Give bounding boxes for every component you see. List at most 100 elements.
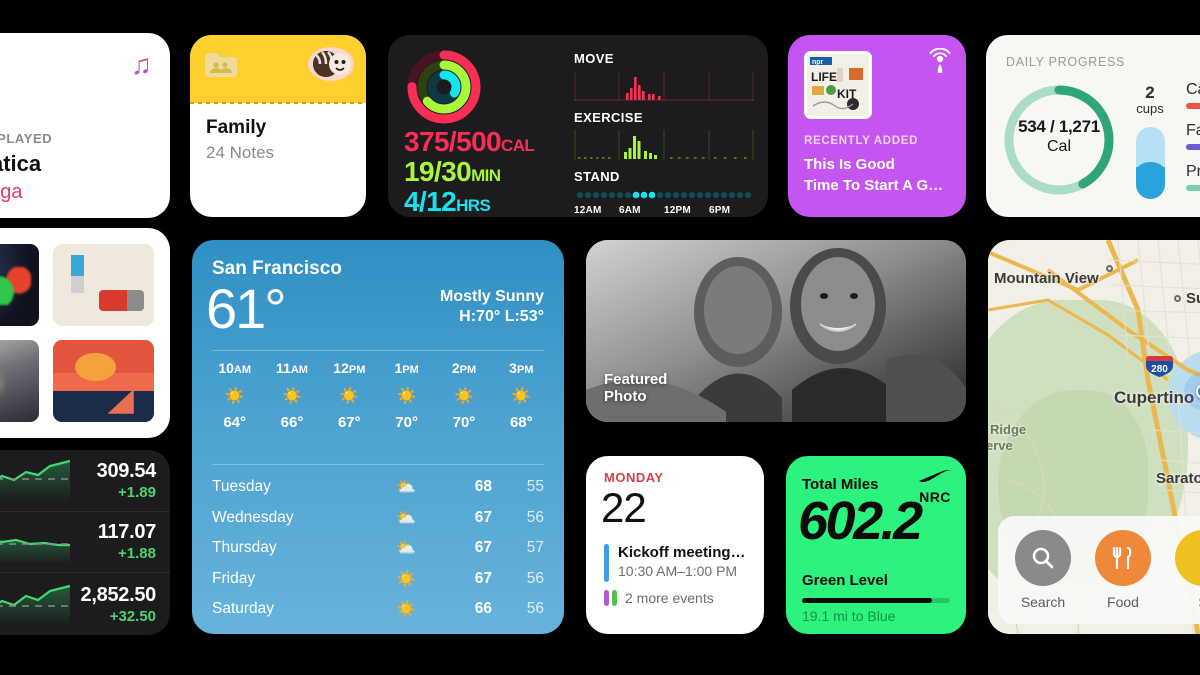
sun-icon: ☀️ [282,388,302,405]
calendar-more-events[interactable]: 2 more events [604,590,714,606]
table-row[interactable]: 117.07 +1.88 [0,512,170,574]
album-art-tile[interactable] [53,244,154,326]
music-widget[interactable]: ♫ NTLY PLAYED omatica y Gaga [0,33,170,218]
event-color-bar [604,590,609,606]
stock-change: +1.88 [118,545,156,563]
fitness-time-axis: 12AM 6AM 12PM 6PM [574,205,731,216]
nike-run-club-widget[interactable]: Total Miles NRC 602.2 Green Level 19.1 m… [786,456,966,634]
sparkline-icon [0,460,70,503]
hourly-cell: 10AM ☀️ 64° [206,360,263,431]
search-icon [1015,530,1071,586]
sun-icon: ☀️ [224,388,245,405]
album-art-tile[interactable] [53,340,154,422]
sparkline-icon [0,538,70,564]
sun-behind-cloud-icon: ⛅ [396,540,416,558]
sparkline-icon [0,585,70,627]
svg-text:npr: npr [812,59,824,66]
gas-icon [1175,530,1200,586]
hourly-cell: 11AM ☀️ 66° [263,360,320,431]
music-album-title: omatica [0,151,42,176]
nike-brand: NRC [918,469,952,505]
calorie-value: 534 / 1,271 [1018,117,1100,136]
stock-price: 2,852.50 [80,583,157,606]
calendar-event[interactable]: Kickoff meeting… 10:30 AM–1:00 PM [604,544,746,582]
event-time: 10:30 AM–1:00 PM [618,563,738,579]
sun-icon: ☀️ [396,601,416,619]
stock-price: 117.07 [97,521,157,544]
sun-behind-cloud-icon: ⛅ [396,479,416,497]
stock-price: 309.54 [96,459,157,482]
sun-icon: ☀️ [511,388,532,405]
map-place-dot [1106,265,1113,272]
photos-widget[interactable]: Featured Photo [586,240,966,422]
map-label-ridge: Ridge [990,422,1027,437]
event-color-bar [612,590,617,606]
map-action-gas[interactable]: S [1174,530,1200,610]
notes-family-widget[interactable]: Family 24 Notes [190,35,366,217]
svg-text:LIFE: LIFE [811,70,837,84]
podcasts-widget[interactable]: npr LIFE KIT RECENTLY ADDED This Is Good… [788,35,966,217]
calendar-weekday: MONDAY [604,470,664,485]
map-label-saratoga: Saratoga [1156,470,1200,487]
map-label-mountain-view: Mountain View [994,270,1099,287]
album-art-grid-widget[interactable] [0,228,170,438]
notes-header [190,35,366,104]
hourly-cell: 3PM ☀️ 68° [493,360,550,431]
weather-high-low: H:70° L:53° [459,308,544,325]
nike-swoosh-icon [919,469,951,483]
table-row[interactable]: 2,852.50 +32.50 [0,573,170,635]
daily-row: Friday ☀️ 67 56 [212,569,544,588]
drawing-sticker-icon [308,47,354,81]
stand-chart [574,187,754,203]
daily-row: Thursday ⛅ 67 57 [212,539,544,558]
calendar-widget[interactable]: MONDAY 22 Kickoff meeting… 10:30 AM–1:00… [586,456,764,634]
weather-widget[interactable]: San Francisco 61° Mostly Sunny H:70° L:5… [192,240,564,634]
move-stat: 375/500CAL [404,126,535,157]
stand-stat: 4/12HRS [404,186,491,217]
maps-widget[interactable]: Mountain View Su 280 Cupertino Saratoga … [988,240,1200,634]
interstate-280-shield-icon: 280 [1146,356,1173,377]
exercise-chart-label: EXERCISE [574,110,643,125]
nike-miles: 602.2 [798,491,923,551]
featured-photo-label: Featured Photo [604,370,668,406]
daily-progress-widget[interactable]: DAILY PROGRESS 534 / 1,271 Cal 2 cups Ca… [986,35,1200,217]
daily-row: Saturday ☀️ 66 56 [212,600,544,619]
album-art-tile[interactable] [0,244,39,326]
shared-folder-icon [205,53,237,77]
map-canvas[interactable]: Mountain View Su 280 Cupertino Saratoga … [988,240,1200,634]
svg-text:280: 280 [1151,364,1168,375]
stock-change: +1.89 [118,483,156,501]
podcast-kicker: RECENTLY ADDED [804,135,919,147]
calorie-readout: 534 / 1,271 Cal [1000,117,1118,156]
notes-count: 24 Notes [206,143,275,162]
calorie-unit: Cal [1046,138,1071,155]
map-action-food[interactable]: Food [1094,530,1152,610]
water-count-label: 2 cups [1136,83,1164,116]
notes-folder-title: Family [206,117,267,138]
weather-daily-list: Tuesday ⛅ 68 55 Wednesday ⛅ 67 56 Thursd… [212,472,544,625]
music-note-icon: ♫ [131,49,152,80]
music-kicker: NTLY PLAYED [0,131,53,146]
fitness-activity-widget[interactable]: 375/500CAL 19/30MIN 4/12HRS MOVE EXERCIS… [388,35,768,217]
podcast-artwork[interactable]: npr LIFE KIT [804,51,872,119]
health-kicker: DAILY PROGRESS [1006,55,1126,69]
nike-next-level: 19.1 mi to Blue [802,608,896,624]
activity-rings-icon [407,50,481,124]
exercise-stat: 19/30MIN [404,156,501,188]
map-action-search[interactable]: Search [1014,530,1072,610]
hourly-cell: 1PM ☀️ 70° [378,360,435,431]
daily-row: Wednesday ⛅ 67 56 [212,508,544,527]
hourly-cell: 12PM ☀️ 67° [321,360,378,431]
macro-item: Fa [1186,122,1200,150]
music-artist: y Gaga [0,181,23,203]
stocks-widget[interactable]: 309.54 +1.89 117.07 +1.88 2,852.50 +32.5… [0,450,170,635]
nike-level: Green Level [802,572,888,589]
table-row[interactable]: 309.54 +1.89 [0,450,170,512]
event-color-bar [604,544,609,582]
album-art-tile[interactable] [0,340,39,422]
sun-icon: ☀️ [339,388,360,405]
move-chart [574,69,754,103]
map-label-cupertino: Cupertino [1114,388,1195,407]
podcast-title-line1: This Is Good [804,156,895,173]
fork-knife-icon [1095,530,1151,586]
